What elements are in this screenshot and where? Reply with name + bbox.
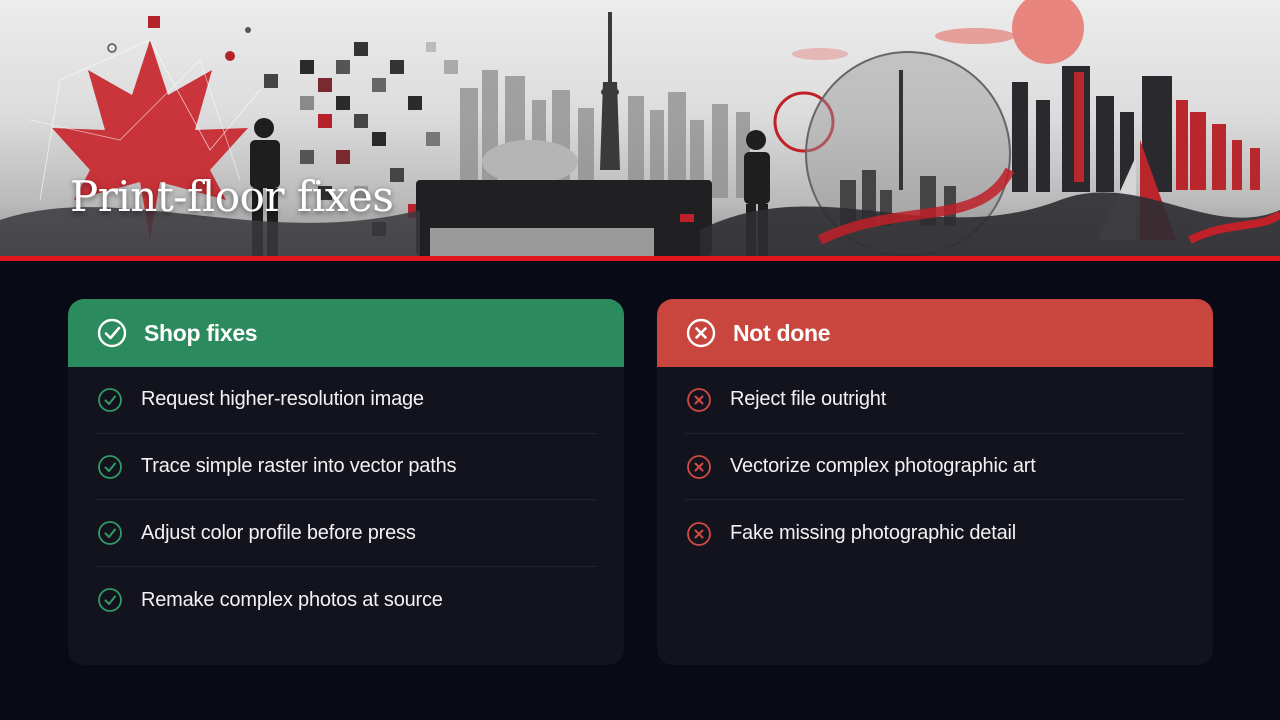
not-done-header: Not done xyxy=(657,299,1213,367)
not-done-list: Reject file outright Vectorize complex p… xyxy=(657,367,1213,567)
list-item: Request higher-resolution image xyxy=(96,367,596,434)
shop-fixes-header: Shop fixes xyxy=(68,299,624,367)
page-title: Print-floor fixes xyxy=(70,172,394,221)
check-circle-icon xyxy=(96,317,128,349)
list-item-text: Remake complex photos at source xyxy=(141,588,443,611)
list-item: Adjust color profile before press xyxy=(96,500,596,568)
list-item: Reject file outright xyxy=(685,367,1185,434)
hero-banner: Print-floor fixes xyxy=(0,0,1280,256)
divider xyxy=(0,256,1280,261)
check-circle-icon xyxy=(97,520,123,546)
shop-fixes-card: Shop fixes Request higher-resolution ima… xyxy=(68,299,624,665)
x-circle-icon xyxy=(686,521,712,547)
list-item-text: Reject file outright xyxy=(730,388,887,411)
list-item: Remake complex photos at source xyxy=(96,567,596,634)
check-circle-icon xyxy=(97,587,123,613)
shop-fixes-title: Shop fixes xyxy=(144,319,258,346)
not-done-title: Not done xyxy=(733,319,831,346)
check-circle-icon xyxy=(97,454,123,480)
list-item-text: Trace simple raster into vector paths xyxy=(141,455,457,478)
list-item: Trace simple raster into vector paths xyxy=(96,434,596,501)
list-item-text: Fake missing photographic detail xyxy=(730,522,1016,545)
shop-fixes-list: Request higher-resolution image Trace si… xyxy=(68,367,624,634)
list-item: Fake missing photographic detail xyxy=(685,500,1185,567)
list-item-text: Request higher-resolution image xyxy=(141,388,424,411)
not-done-card: Not done Reject file outright Vectorize … xyxy=(657,299,1213,665)
list-item: Vectorize complex photographic art xyxy=(685,434,1185,501)
list-item-text: Vectorize complex photographic art xyxy=(730,455,1036,478)
x-circle-icon xyxy=(685,317,717,349)
x-circle-icon xyxy=(686,454,712,480)
list-item-text: Adjust color profile before press xyxy=(141,521,416,544)
x-circle-icon xyxy=(686,387,712,413)
check-circle-icon xyxy=(97,387,123,413)
